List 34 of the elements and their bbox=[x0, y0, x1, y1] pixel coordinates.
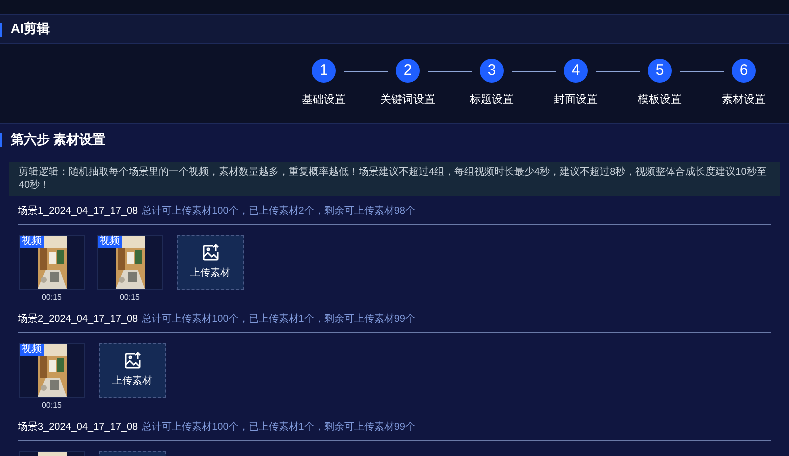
upload-quota: 总计可上传素材100个，已上传素材1个，剩余可上传素材99个 bbox=[142, 420, 416, 435]
video-duration: 00:15 bbox=[42, 292, 62, 304]
video-duration: 00:15 bbox=[42, 400, 62, 412]
step-label: 素材设置 bbox=[722, 92, 766, 108]
scene-name: 场景2_2024_04_17_17_08 bbox=[18, 312, 138, 327]
step-number[interactable]: 3 bbox=[480, 59, 504, 83]
video-duration: 00:15 bbox=[120, 292, 140, 304]
page-title: AI剪辑 bbox=[11, 20, 50, 38]
step-number[interactable]: 4 bbox=[564, 59, 588, 83]
video-badge: 视频 bbox=[20, 344, 44, 356]
upload-button[interactable]: 上传素材 bbox=[177, 235, 244, 290]
upload-button[interactable]: 上传素材 bbox=[99, 343, 166, 398]
step-number[interactable]: 5 bbox=[648, 59, 672, 83]
video-thumbnail[interactable]: 视频 bbox=[19, 235, 85, 290]
image-upload-icon bbox=[124, 352, 142, 370]
scene-name: 场景1_2024_04_17_17_08 bbox=[18, 204, 138, 219]
step-label: 模板设置 bbox=[638, 93, 682, 108]
scene-name: 场景3_2024_04_17_17_08 bbox=[18, 420, 138, 435]
upload-quota: 总计可上传素材100个，已上传素材1个，剩余可上传素材99个 bbox=[142, 312, 416, 327]
step-label: 关键词设置 bbox=[380, 92, 436, 108]
image-upload-icon bbox=[202, 244, 220, 262]
step-number[interactable]: 1 bbox=[312, 59, 336, 83]
video-badge: 视频 bbox=[20, 236, 44, 248]
upload-quota: 总计可上传素材100个，已上传素材2个，剩余可上传素材98个 bbox=[142, 204, 416, 219]
step-label: 标题设置 bbox=[470, 93, 514, 108]
video-thumbnail[interactable]: 视频 bbox=[97, 235, 163, 290]
video-badge: 视频 bbox=[98, 236, 122, 248]
step-number[interactable]: 6 bbox=[732, 59, 756, 83]
step-label: 封面设置 bbox=[554, 93, 598, 108]
step-number[interactable]: 2 bbox=[396, 59, 420, 83]
notice-banner: 剪辑逻辑：随机抽取每个场景里的一个视频，素材数量越多，重复概率越低！场景建议不超过4组，每组视频时长最少4秒，建议不超过8秒，视频整体合成长度建议10秒至40秒！ bbox=[9, 162, 780, 196]
section-title: 第六步 素材设置 bbox=[11, 130, 106, 149]
step-label: 基础设置 bbox=[302, 93, 346, 108]
video-thumbnail[interactable]: 视频 bbox=[19, 343, 85, 398]
